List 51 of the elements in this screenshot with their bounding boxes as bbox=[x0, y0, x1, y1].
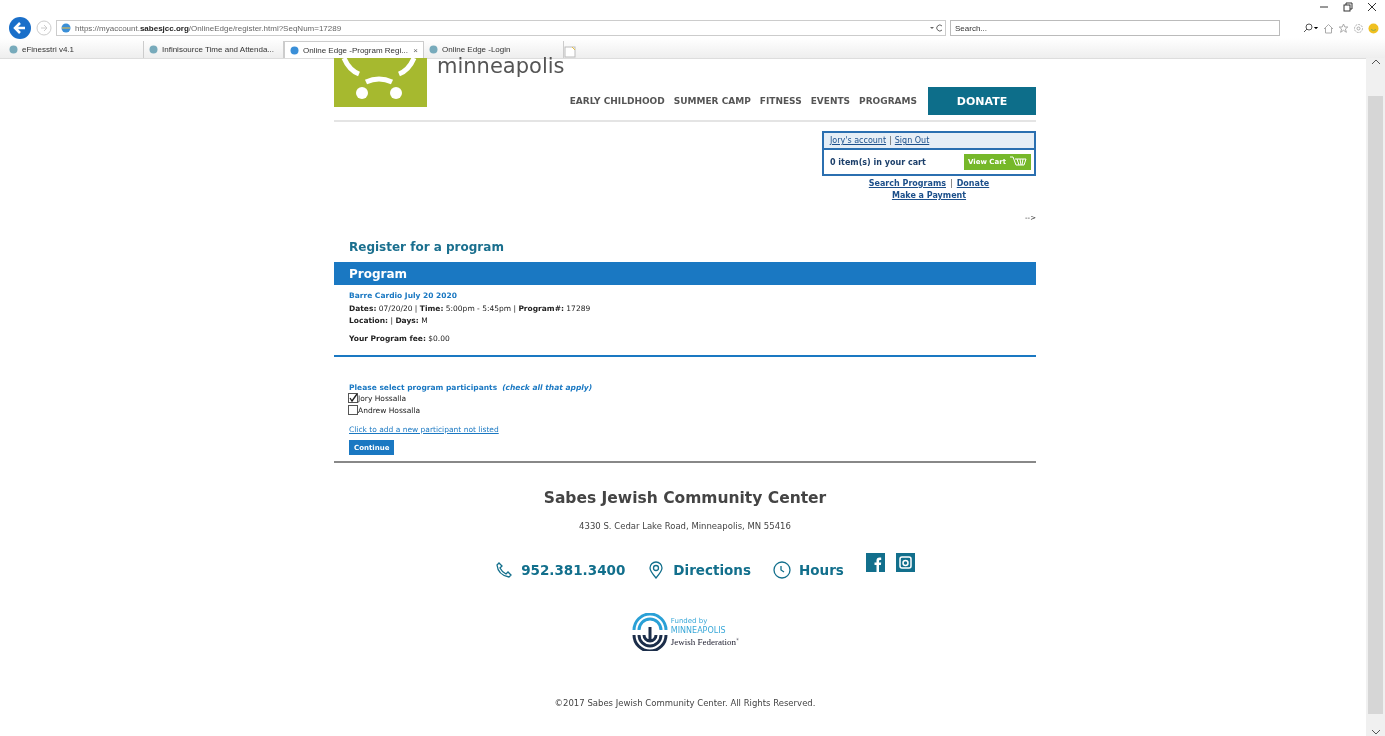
copyright-text: ©2017 Sabes Jewish Community Center. All Rights Reserved. bbox=[554, 698, 816, 708]
tab-close-button[interactable]: × bbox=[413, 45, 418, 55]
account-link[interactable]: Donate bbox=[956, 178, 990, 190]
hours-link[interactable]: Hours bbox=[773, 561, 844, 579]
donate-button[interactable]: DONATE bbox=[928, 87, 1036, 115]
search-field[interactable]: Search... bbox=[950, 20, 1280, 36]
account-link[interactable]: Search Programs bbox=[868, 178, 946, 190]
checkbox[interactable] bbox=[348, 393, 358, 403]
address-bar[interactable]: https://myaccount.sabesjcc.org/OnlineEdge/register.html?SeqNum=17289 bbox=[56, 20, 946, 36]
scrollbar-thumb[interactable] bbox=[1368, 96, 1383, 714]
phone-icon bbox=[495, 561, 514, 579]
checkbox[interactable] bbox=[348, 405, 358, 415]
nav-link[interactable]: SUMMER CAMP bbox=[673, 96, 751, 106]
account-link[interactable]: Make a Payment bbox=[891, 190, 967, 202]
separator-text: | bbox=[950, 178, 953, 190]
close-icon[interactable] bbox=[1367, 2, 1377, 12]
section-header: Program bbox=[334, 262, 1036, 285]
page-heading: Register for a program bbox=[349, 240, 505, 254]
search-icon[interactable] bbox=[1303, 23, 1319, 33]
nav-link[interactable]: EARLY CHILDHOOD bbox=[569, 96, 665, 106]
nav-link[interactable]: PROGRAMS bbox=[859, 96, 917, 106]
scroll-up-icon[interactable] bbox=[1370, 58, 1381, 66]
account-link[interactable]: Jory's account bbox=[830, 136, 887, 145]
org-name: Sabes Jewish Community Center bbox=[543, 489, 827, 507]
federation-text: MINNEAPOLIS bbox=[670, 626, 727, 635]
directions-link[interactable]: Directions bbox=[647, 561, 751, 579]
browser-tab[interactable]: Online Edge -Program Regi... × bbox=[284, 41, 424, 58]
cart-count-text: 0 item(s) in your cart bbox=[830, 157, 926, 167]
scroll-down-icon[interactable] bbox=[1370, 728, 1381, 736]
instagram-icon[interactable] bbox=[895, 553, 915, 572]
restore-icon[interactable] bbox=[1343, 2, 1353, 12]
account-link[interactable]: Sign Out bbox=[894, 136, 930, 145]
tab-label: Infinisource Time and Attenda... bbox=[162, 45, 275, 54]
back-icon[interactable] bbox=[8, 16, 32, 40]
url-text: https://myaccount.sabesjcc.org/OnlineEdge/register.html?SeqNum=17289 bbox=[75, 23, 342, 33]
nav-link[interactable]: FITNESS bbox=[759, 96, 802, 106]
federation-logo-icon bbox=[630, 613, 669, 651]
refresh-icon[interactable] bbox=[929, 23, 945, 33]
nav-link[interactable]: EVENTS bbox=[810, 96, 851, 106]
location-pin-icon bbox=[647, 561, 666, 579]
facebook-icon[interactable] bbox=[865, 553, 885, 572]
address-text: 4330 S. Cedar Lake Road, Minneapolis, MN 55416 bbox=[579, 521, 791, 531]
star-icon[interactable] bbox=[1338, 22, 1349, 34]
tab-label: Online Edge -Program Regi... bbox=[303, 45, 408, 55]
cart-icon bbox=[1009, 156, 1027, 168]
phone-link[interactable]: 952.381.3400 bbox=[495, 561, 626, 579]
tab-label: Online Edge -Login bbox=[442, 45, 511, 54]
tab-label: eFinesstri v4.1 bbox=[22, 45, 75, 54]
clock-icon bbox=[773, 561, 791, 579]
browser-tab[interactable]: eFinesstri v4.1 bbox=[4, 41, 144, 58]
separator-text: | bbox=[889, 136, 892, 145]
